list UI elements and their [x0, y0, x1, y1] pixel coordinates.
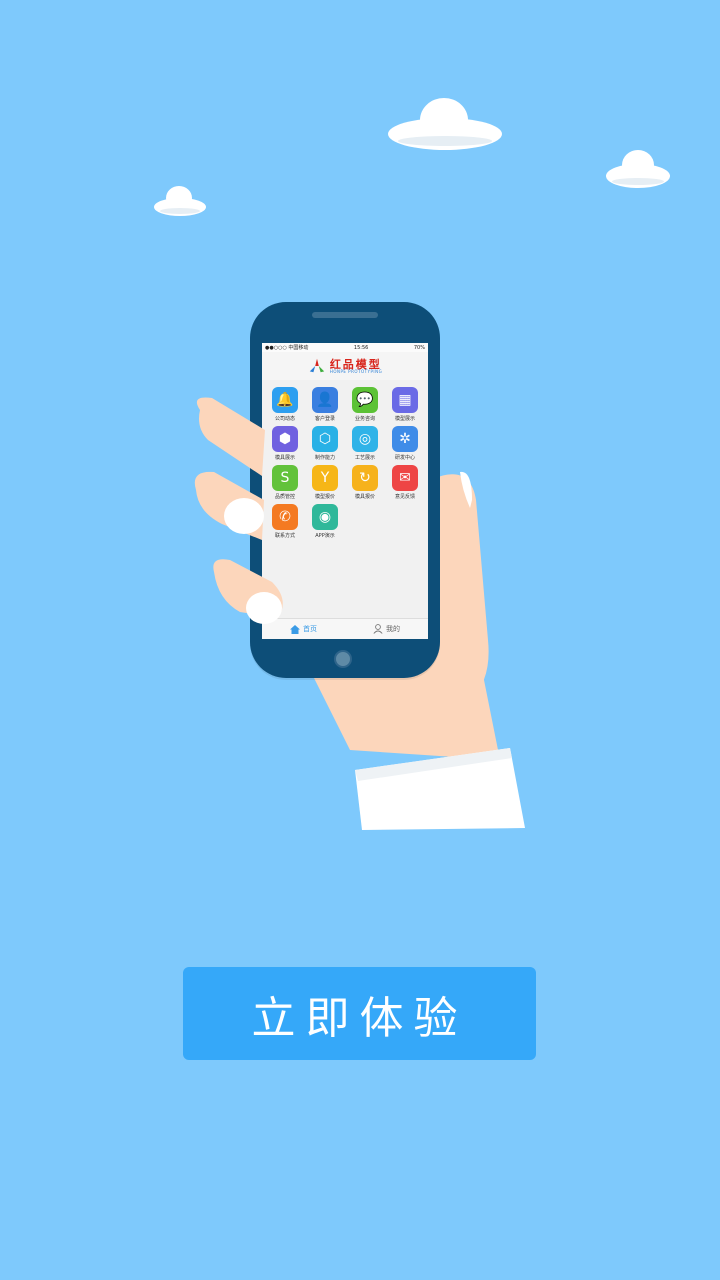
- start-experience-button[interactable]: 立即体验: [183, 967, 536, 1060]
- hand-fingers: [194, 397, 283, 624]
